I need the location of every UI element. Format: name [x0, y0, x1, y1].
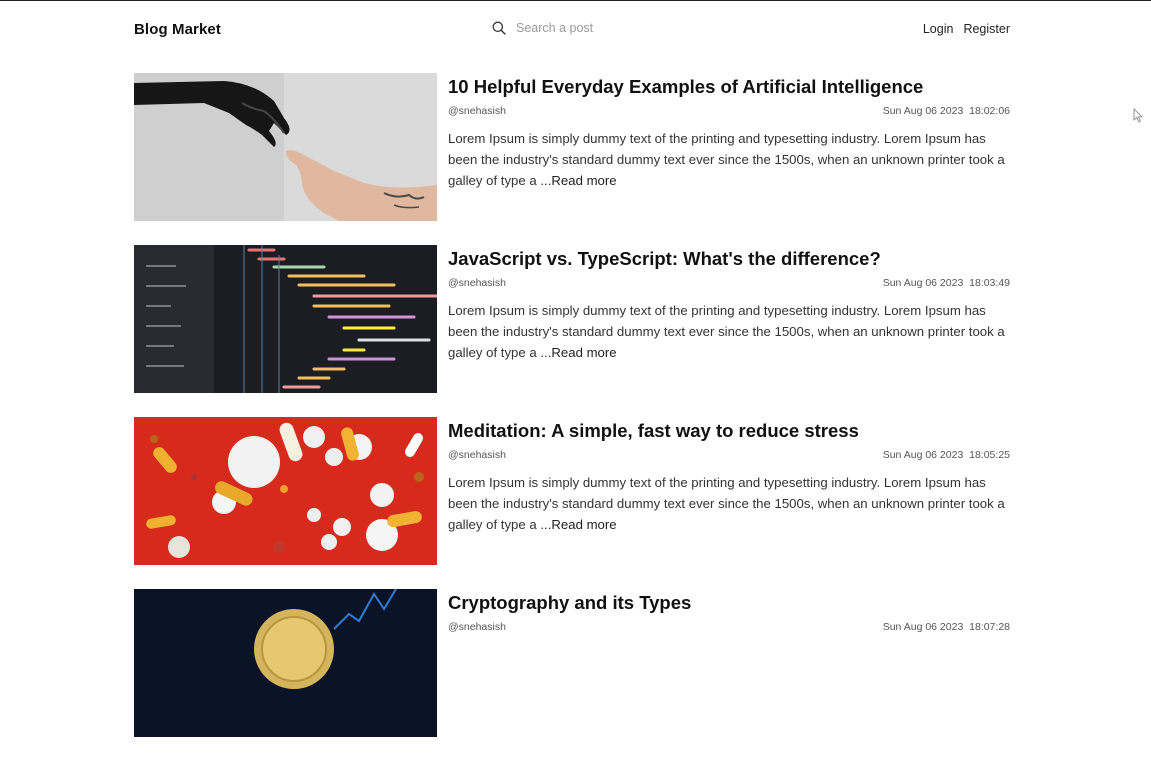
post-author[interactable]: @snehasish [448, 449, 506, 461]
post-date: Sun Aug 06 2023 [882, 449, 964, 461]
read-more-link[interactable]: Read more [551, 345, 616, 360]
mouse-cursor-icon [1133, 108, 1143, 123]
post-image-code[interactable] [134, 245, 437, 393]
post-meta: @snehasish Sun Aug 06 2023 18:07:28 [448, 621, 1010, 633]
post-image-bitcoin[interactable] [134, 589, 437, 737]
post-content: Meditation: A simple, fast way to reduce… [448, 417, 1010, 565]
post-time: 18:05:25 [969, 449, 1010, 461]
post-author[interactable]: @snehasish [448, 621, 506, 633]
search-bar [492, 20, 698, 36]
top-navbar: Blog Market Login Register [134, 1, 1010, 57]
post-datetime: Sun Aug 06 2023 18:02:06 [883, 105, 1010, 117]
post-list: 10 Helpful Everyday Examples of Artifici… [134, 73, 1010, 761]
post-date: Sun Aug 06 2023 [882, 277, 964, 289]
post-title[interactable]: Cryptography and its Types [448, 591, 1010, 615]
post-summary: Lorem Ipsum is simply dummy text of the … [448, 473, 1010, 535]
search-input[interactable] [514, 20, 698, 36]
post-card[interactable]: JavaScript vs. TypeScript: What's the di… [134, 245, 1010, 393]
post-summary-text: Lorem Ipsum is simply dummy text of the … [448, 131, 1005, 188]
post-summary-text: Lorem Ipsum is simply dummy text of the … [448, 303, 1005, 360]
post-summary: Lorem Ipsum is simply dummy text of the … [448, 129, 1010, 191]
post-summary-text: Lorem Ipsum is simply dummy text of the … [448, 475, 1005, 532]
post-title[interactable]: Meditation: A simple, fast way to reduce… [448, 419, 1010, 443]
post-card[interactable]: Meditation: A simple, fast way to reduce… [134, 417, 1010, 565]
post-meta: @snehasish Sun Aug 06 2023 18:05:25 [448, 449, 1010, 461]
login-link[interactable]: Login [923, 22, 954, 36]
post-card[interactable]: Cryptography and its Types @snehasish Su… [134, 589, 1010, 737]
post-title[interactable]: 10 Helpful Everyday Examples of Artifici… [448, 75, 1010, 99]
auth-links: Login Register [923, 22, 1010, 36]
post-author[interactable]: @snehasish [448, 277, 506, 289]
post-summary: Lorem Ipsum is simply dummy text of the … [448, 301, 1010, 363]
post-meta: @snehasish Sun Aug 06 2023 18:03:49 [448, 277, 1010, 289]
post-card[interactable]: 10 Helpful Everyday Examples of Artifici… [134, 73, 1010, 221]
post-datetime: Sun Aug 06 2023 18:03:49 [883, 277, 1010, 289]
read-more-link[interactable]: Read more [551, 173, 616, 188]
post-meta: @snehasish Sun Aug 06 2023 18:02:06 [448, 105, 1010, 117]
register-link[interactable]: Register [963, 22, 1010, 36]
post-content: Cryptography and its Types @snehasish Su… [448, 589, 1010, 737]
post-time: 18:07:28 [969, 621, 1010, 633]
post-datetime: Sun Aug 06 2023 18:07:28 [883, 621, 1010, 633]
post-content: JavaScript vs. TypeScript: What's the di… [448, 245, 1010, 393]
post-image-pills[interactable] [134, 417, 437, 565]
post-datetime: Sun Aug 06 2023 18:05:25 [883, 449, 1010, 461]
post-title[interactable]: JavaScript vs. TypeScript: What's the di… [448, 247, 1010, 271]
post-author[interactable]: @snehasish [448, 105, 506, 117]
post-image-ai-hands[interactable] [134, 73, 437, 221]
search-icon [492, 21, 506, 35]
brand-logo[interactable]: Blog Market [134, 21, 221, 38]
post-date: Sun Aug 06 2023 [882, 105, 964, 117]
post-date: Sun Aug 06 2023 [882, 621, 964, 633]
post-time: 18:02:06 [969, 105, 1010, 117]
post-time: 18:03:49 [969, 277, 1010, 289]
read-more-link[interactable]: Read more [551, 517, 616, 532]
post-content: 10 Helpful Everyday Examples of Artifici… [448, 73, 1010, 221]
